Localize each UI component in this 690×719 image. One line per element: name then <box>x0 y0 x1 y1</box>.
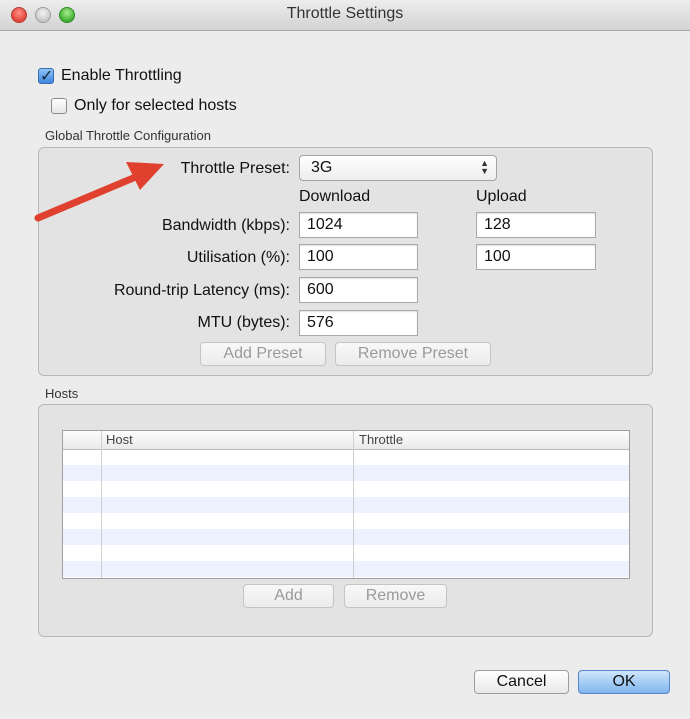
download-column-header: Download <box>299 188 371 205</box>
up-down-arrows-icon: ▲ ▼ <box>480 158 489 176</box>
utilisation-label: Utilisation (%): <box>186 249 290 266</box>
remove-host-button[interactable]: Remove <box>344 584 447 608</box>
global-config-group-title: Global Throttle Configuration <box>45 128 211 143</box>
table-header-enabled[interactable] <box>63 432 100 449</box>
bandwidth-upload-field[interactable]: 128 <box>476 212 596 238</box>
upload-column-header: Upload <box>476 188 527 205</box>
hosts-table-header: Host Throttle <box>63 431 629 450</box>
ok-button[interactable]: OK <box>578 670 670 694</box>
table-row[interactable] <box>63 497 629 513</box>
title-bar: Throttle Settings <box>0 0 690 31</box>
column-divider <box>101 431 102 578</box>
remove-preset-button[interactable]: Remove Preset <box>335 342 491 366</box>
table-header-throttle[interactable]: Throttle <box>354 432 619 449</box>
enable-throttling-checkbox[interactable]: ✓ <box>38 68 54 85</box>
table-row[interactable] <box>63 465 629 481</box>
mtu-label: MTU (bytes): <box>197 314 290 331</box>
table-row[interactable] <box>63 529 629 545</box>
bandwidth-download-field[interactable]: 1024 <box>299 212 418 238</box>
only-selected-hosts-checkbox[interactable] <box>51 98 67 114</box>
enable-throttling-label[interactable]: Enable Throttling <box>61 67 182 85</box>
checkmark-icon: ✓ <box>40 68 54 85</box>
table-row[interactable] <box>63 513 629 529</box>
window-title: Throttle Settings <box>286 5 404 22</box>
add-preset-button[interactable]: Add Preset <box>200 342 326 366</box>
latency-label: Round-trip Latency (ms): <box>113 282 290 299</box>
throttle-preset-select[interactable]: 3G ▲ ▼ <box>299 155 497 181</box>
hosts-table[interactable]: Host Throttle <box>62 430 630 579</box>
table-row[interactable] <box>63 561 629 577</box>
only-selected-hosts-label[interactable]: Only for selected hosts <box>74 97 237 115</box>
latency-field[interactable]: 600 <box>299 277 418 303</box>
mtu-field[interactable]: 576 <box>299 310 418 336</box>
cancel-button[interactable]: Cancel <box>474 670 569 694</box>
table-row[interactable] <box>63 481 629 497</box>
throttle-preset-value: 3G <box>311 159 333 176</box>
only-selected-hosts-checkbox-row[interactable]: Only for selected hosts <box>51 97 237 115</box>
annotation-arrow-icon <box>34 162 164 222</box>
hosts-group-title: Hosts <box>45 386 79 401</box>
column-divider <box>353 431 354 578</box>
add-host-button[interactable]: Add <box>243 584 334 608</box>
enable-throttling-checkbox-row[interactable]: ✓ Enable Throttling <box>38 67 182 85</box>
table-row[interactable] <box>63 545 629 561</box>
utilisation-upload-field[interactable]: 100 <box>476 244 596 270</box>
utilisation-download-field[interactable]: 100 <box>299 244 418 270</box>
table-header-host[interactable]: Host <box>101 432 346 449</box>
